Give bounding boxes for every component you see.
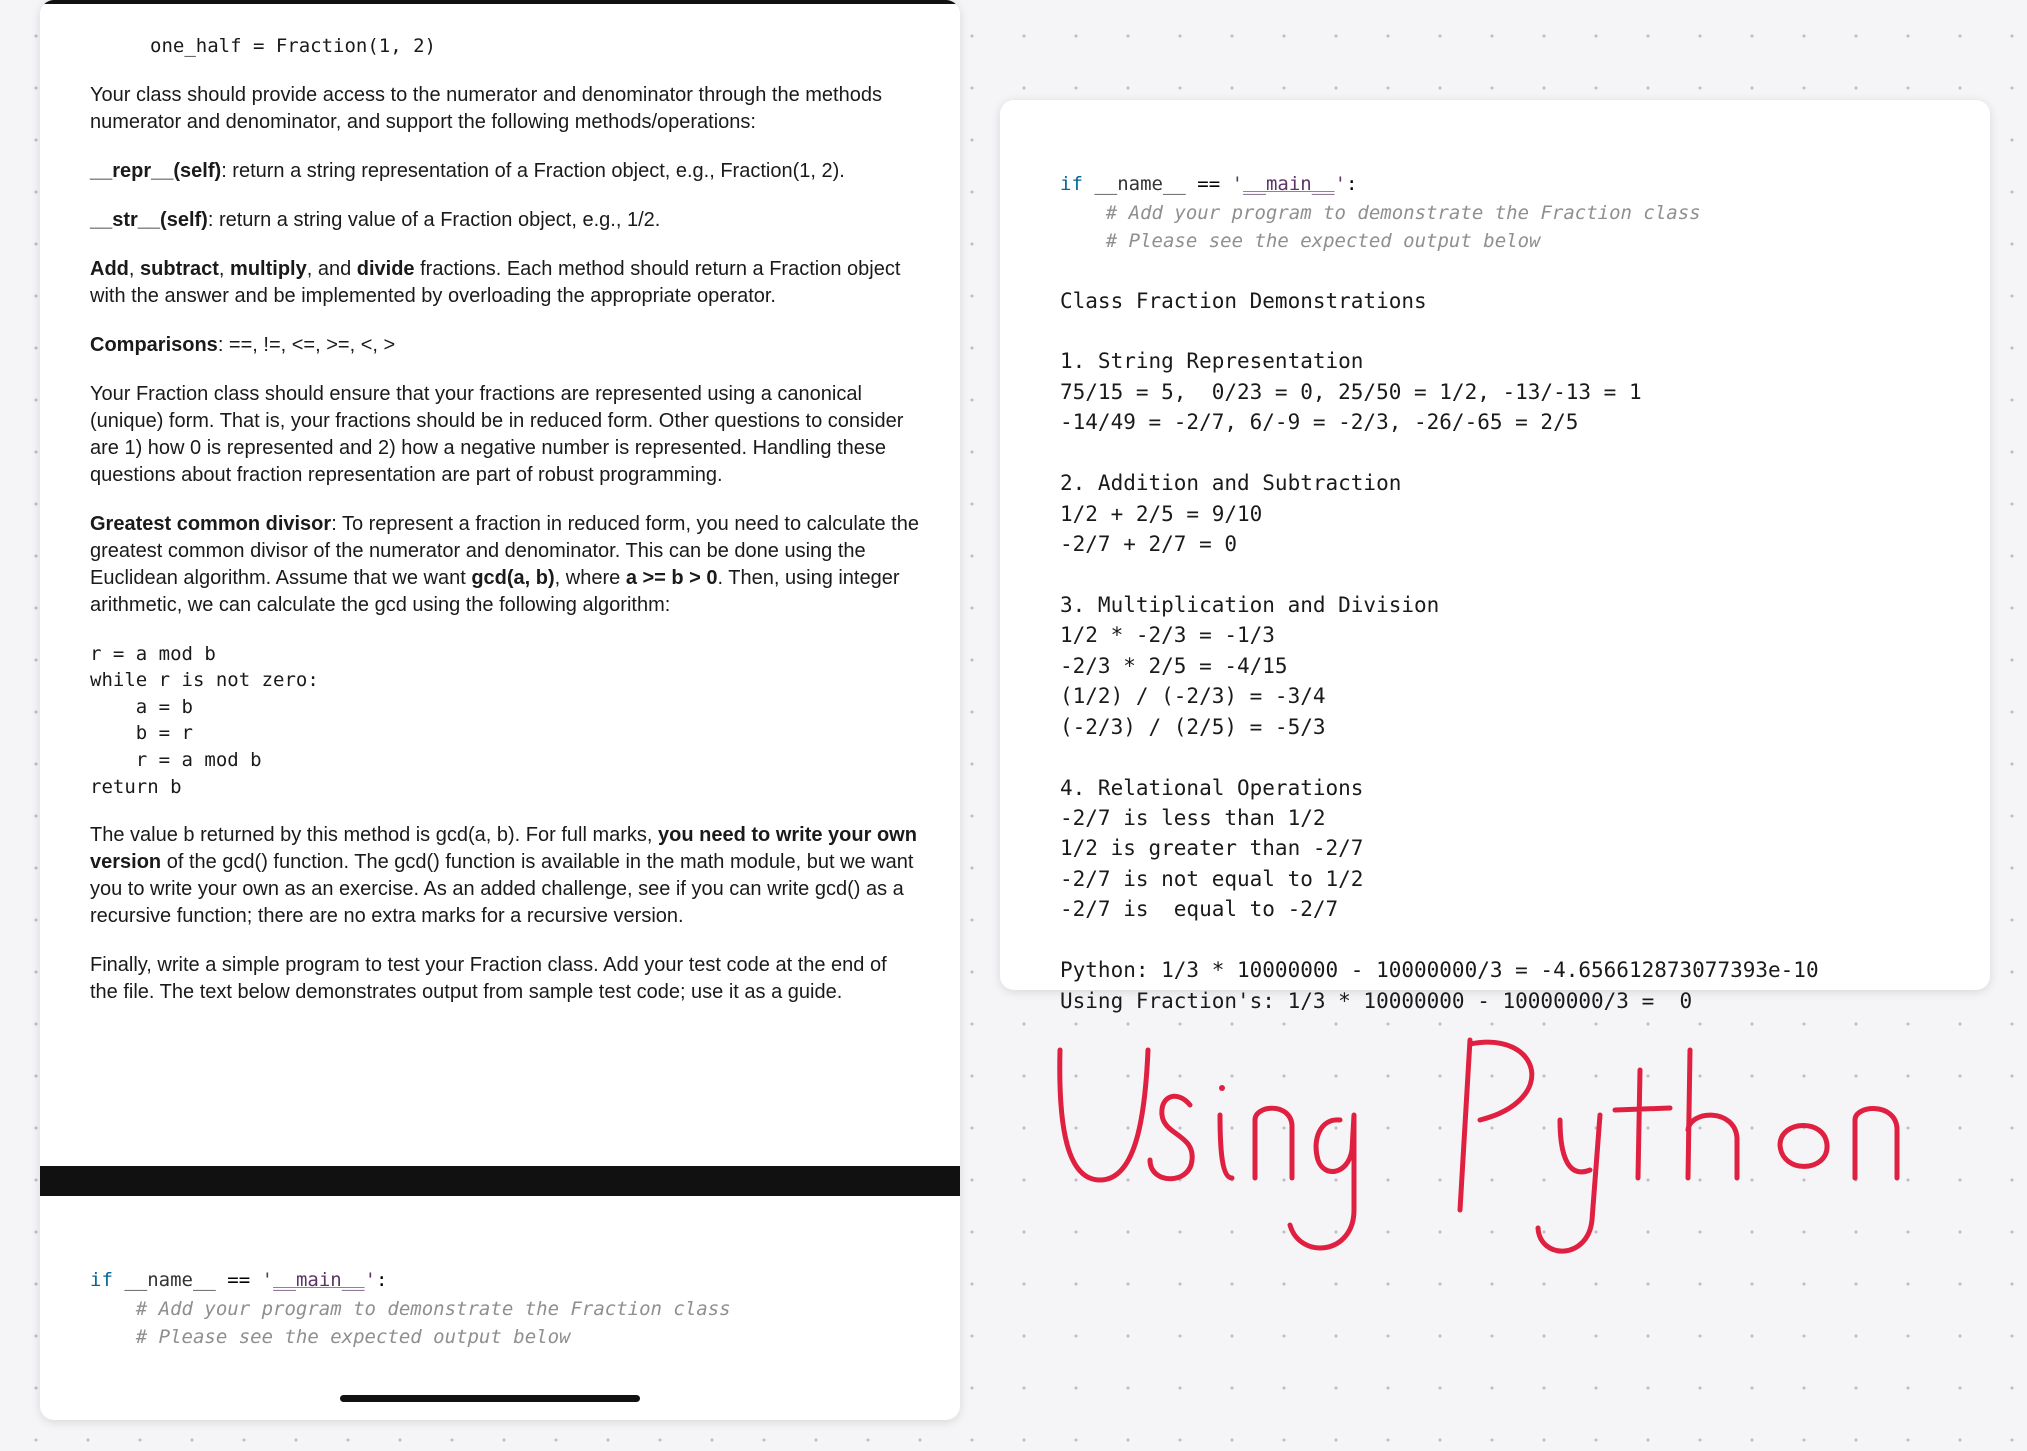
out-s1-l2: -14/49 = -2/7, 6/-9 = -2/3, -26/-65 = 2/…	[1060, 410, 1578, 434]
returned-paragraph: The value b returned by this method is g…	[90, 822, 920, 930]
out-s5-l1: Python: 1/3 * 10000000 - 10000000/3 = -4…	[1060, 958, 1819, 982]
constructor-line: one_half = Fraction(1, 2)	[90, 34, 920, 60]
arithmetic-line: Add, subtract, multiply, and divide frac…	[90, 256, 920, 310]
out-s2-l2: -2/7 + 2/7 = 0	[1060, 532, 1237, 556]
out-s4-title: 4. Relational Operations	[1060, 776, 1363, 800]
access-paragraph: Your class should provide access to the …	[90, 82, 920, 136]
str-text: : return a string value of a Fraction ob…	[208, 209, 660, 231]
name-dunder-r: __name__	[1083, 173, 1197, 195]
repr-label: __repr__(self)	[90, 160, 221, 182]
colon-r: :	[1346, 173, 1357, 195]
returned-text2: of the gcd() function. The gcd() functio…	[90, 851, 913, 927]
quote-close-r: '	[1335, 173, 1346, 195]
out-s4-l4: -2/7 is equal to -2/7	[1060, 897, 1338, 921]
eq-op-r: ==	[1197, 173, 1231, 195]
main-snippet-left: if __name__ == '__main__': # Add your pr…	[90, 1266, 920, 1352]
eq-op: ==	[227, 1269, 261, 1291]
name-dunder: __name__	[113, 1269, 227, 1291]
if-keyword-r: if	[1060, 173, 1083, 195]
gcd-paragraph: Greatest common divisor: To represent a …	[90, 511, 920, 619]
if-keyword: if	[90, 1269, 113, 1291]
gcd-text2: , where	[555, 567, 626, 589]
out-s3-l4: (-2/3) / (2/5) = -5/3	[1060, 715, 1326, 739]
comment-line-2: # Please see the expected output below	[136, 1326, 571, 1348]
out-s3-l2: -2/3 * 2/5 = -4/15	[1060, 654, 1288, 678]
quote-open: '	[262, 1269, 273, 1291]
out-s5-l2: Using Fraction's: 1/3 * 10000000 - 10000…	[1060, 989, 1692, 1013]
div-label: divide	[357, 258, 415, 280]
repr-text: : return a string representation of a Fr…	[221, 160, 845, 182]
main-dunder: __main__	[273, 1269, 365, 1291]
quote-open-r: '	[1232, 173, 1243, 195]
out-s1-l1: 75/15 = 5, 0/23 = 0, 25/50 = 1/2, -13/-1…	[1060, 380, 1642, 404]
out-s1-title: 1. String Representation	[1060, 349, 1363, 373]
comparisons-line: Comparisons: ==, !=, <=, >=, <, >	[90, 332, 920, 359]
quote-close: '	[365, 1269, 376, 1291]
out-s4-l2: 1/2 is greater than -2/7	[1060, 836, 1363, 860]
main-dunder-r: __main__	[1243, 173, 1335, 195]
out-s2-l1: 1/2 + 2/5 = 9/10	[1060, 502, 1262, 526]
gcd-label: Greatest common divisor	[90, 513, 331, 535]
page-left-next-page: if __name__ == '__main__': # Add your pr…	[40, 1196, 960, 1352]
gcd-cond: a >= b > 0	[626, 567, 718, 589]
out-s3-title: 3. Multiplication and Division	[1060, 593, 1439, 617]
repr-line: __repr__(self): return a string represen…	[90, 158, 920, 185]
comparisons-text: : ==, !=, <=, >=, <, >	[218, 334, 395, 356]
document-page-right: if __name__ == '__main__': # Add your pr…	[1000, 100, 1990, 990]
arith-sep3: , and	[307, 258, 357, 280]
document-page-left: one_half = Fraction(1, 2) Your class sho…	[40, 0, 960, 1420]
out-s3-l1: 1/2 * -2/3 = -1/3	[1060, 623, 1275, 647]
str-label: __str__(self)	[90, 209, 208, 231]
gcd-algorithm-block: r = a mod b while r is not zero: a = b b…	[90, 641, 920, 801]
returned-text1: The value b returned by this method is g…	[90, 824, 658, 846]
mul-label: multiply	[230, 258, 307, 280]
gcd-ab: gcd(a, b)	[471, 567, 554, 589]
page-left-content: one_half = Fraction(1, 2) Your class sho…	[40, 4, 960, 1006]
sub-label: subtract	[140, 258, 219, 280]
page-break-bar	[40, 1166, 960, 1196]
str-line: __str__(self): return a string value of …	[90, 207, 920, 234]
out-header: Class Fraction Demonstrations	[1060, 289, 1427, 313]
expected-output-block: Class Fraction Demonstrations 1. String …	[1060, 286, 1950, 1017]
home-indicator	[340, 1395, 640, 1402]
canvas-stage: one_half = Fraction(1, 2) Your class sho…	[0, 0, 2027, 1451]
comment-line-1-r: # Add your program to demonstrate the Fr…	[1106, 202, 1701, 224]
colon: :	[376, 1269, 387, 1291]
add-label: Add	[90, 258, 129, 280]
finally-paragraph: Finally, write a simple program to test …	[90, 952, 920, 1006]
out-s2-title: 2. Addition and Subtraction	[1060, 471, 1401, 495]
comparisons-label: Comparisons	[90, 334, 218, 356]
main-snippet-right: if __name__ == '__main__': # Add your pr…	[1060, 170, 1950, 256]
arith-sep1: ,	[129, 258, 140, 280]
out-s4-l1: -2/7 is less than 1/2	[1060, 806, 1326, 830]
comment-line-1: # Add your program to demonstrate the Fr…	[136, 1298, 731, 1320]
arith-sep2: ,	[219, 258, 230, 280]
out-s3-l3: (1/2) / (-2/3) = -3/4	[1060, 684, 1326, 708]
out-s4-l3: -2/7 is not equal to 1/2	[1060, 867, 1363, 891]
comment-line-2-r: # Please see the expected output below	[1106, 230, 1541, 252]
canonical-paragraph: Your Fraction class should ensure that y…	[90, 381, 920, 489]
